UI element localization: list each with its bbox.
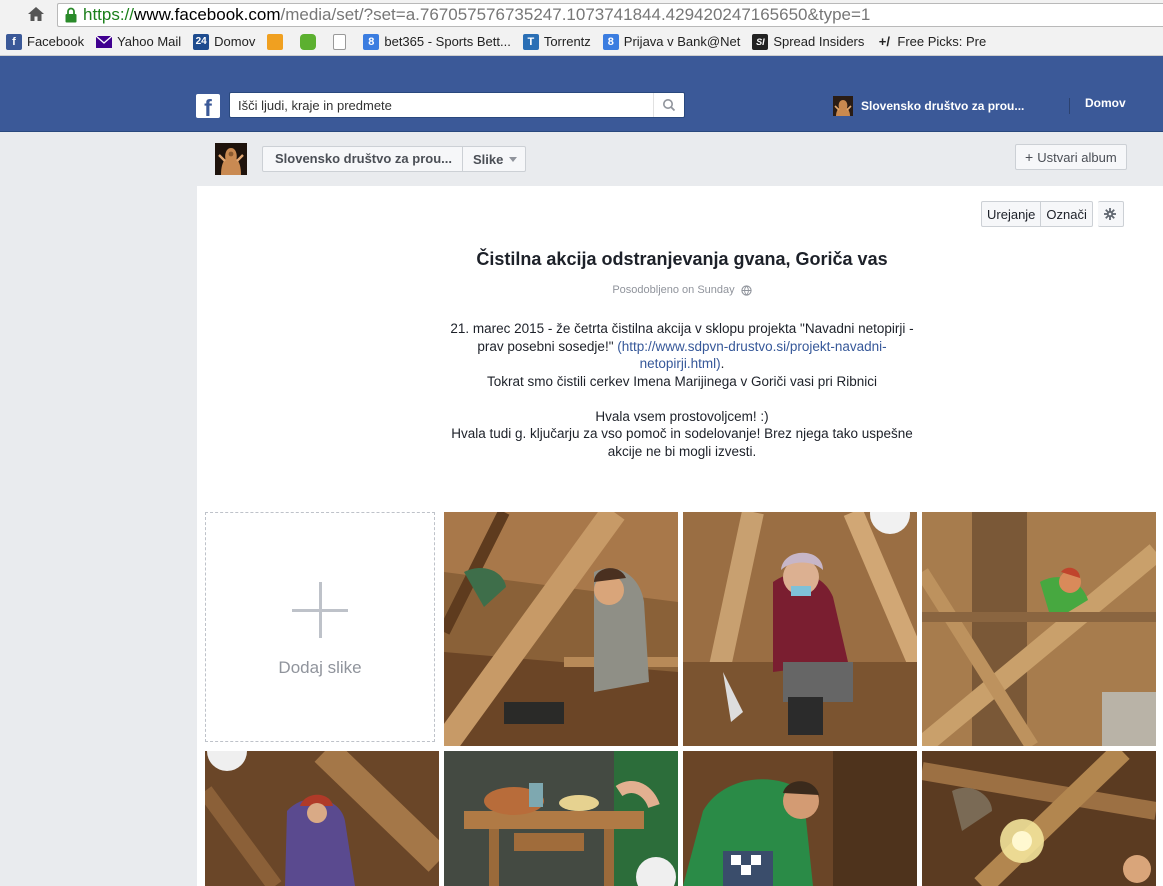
bookmark-green-app[interactable]	[300, 33, 321, 50]
facebook-search-box	[229, 92, 685, 118]
url-path: /media/set/?set=a.767057576735247.107374…	[280, 5, 871, 24]
blank-page-icon	[333, 33, 347, 50]
globe-icon[interactable]	[741, 284, 752, 296]
add-photo-plus-icon	[292, 582, 348, 638]
description-location: Tokrat smo čistili cerkev Imena Marijine…	[486, 373, 878, 389]
page-header-row: Slovensko društvo za prou... Slike + Ust…	[197, 132, 1163, 186]
si-icon: SI	[752, 33, 769, 50]
avatar	[833, 96, 853, 116]
photos-dropdown[interactable]: Slike	[463, 147, 525, 171]
add-photos-tile[interactable]: Dodaj slike	[205, 512, 435, 742]
bookmark-label: Torrentz	[543, 34, 591, 49]
bookmark-banknet[interactable]: 8 Prijava v Bank@Net	[602, 33, 741, 50]
description-thanks-keyholder: Hvala tudi g. ključarju za vso pomoč in …	[451, 426, 913, 459]
breadcrumb-page-name[interactable]: Slovensko društvo za prou...	[263, 147, 463, 171]
breadcrumb: Slovensko društvo za prou... Slike	[262, 146, 527, 172]
url-host: www.facebook.com	[134, 5, 281, 24]
album-updated: Posodobljeno on Sunday	[197, 284, 1163, 296]
bookmark-facebook[interactable]: f Facebook	[6, 33, 85, 50]
torrentz-icon: T	[522, 33, 539, 50]
profile-link[interactable]: Slovensko društvo za prou...	[833, 96, 1024, 116]
search-input[interactable]	[230, 93, 666, 117]
album-title: Čistilna akcija odstranjevanja gvana, Go…	[476, 249, 888, 269]
edit-button[interactable]: Urejanje	[981, 201, 1042, 227]
bookmark-torrentz[interactable]: T Torrentz	[522, 33, 591, 50]
album-description: 21. marec 2015 - že četrta čistilna akci…	[438, 320, 926, 460]
profile-name: Slovensko društvo za prou...	[861, 99, 1025, 113]
plus-minus-icon: +/	[878, 34, 890, 49]
search-icon	[663, 99, 676, 112]
gear-icon	[1104, 208, 1117, 220]
album-photo[interactable]	[444, 751, 678, 886]
album-photo[interactable]	[683, 512, 917, 746]
bookmark-label: Domov	[214, 34, 256, 49]
album-photo[interactable]	[922, 751, 1156, 886]
search-button[interactable]	[653, 93, 684, 117]
bookmark-label: Yahoo Mail	[117, 34, 182, 49]
tag-button[interactable]: Označi	[1041, 201, 1093, 227]
bookmark-spread-insiders[interactable]: SI Spread Insiders	[752, 33, 865, 50]
orange-app-icon	[267, 33, 284, 50]
bookmark-label: bet365 - Sports Bett...	[384, 34, 511, 49]
updated-text: Posodobljeno on Sunday	[612, 284, 735, 296]
left-rail	[0, 132, 197, 886]
chevron-down-icon	[509, 156, 518, 162]
lock-icon	[64, 7, 78, 23]
project-link[interactable]: (http://www.sdpvn-drustvo.si/projekt-nav…	[617, 339, 886, 372]
album-photo[interactable]	[205, 751, 439, 886]
bookmark-label: Prijava v Bank@Net	[623, 34, 741, 49]
24ur-icon: 24	[193, 33, 210, 50]
bookmark-label: Facebook	[27, 34, 85, 49]
description-thanks: Hvala vsem prostovoljcem! :)	[595, 408, 769, 424]
bookmark-label: Free Picks: Pre	[897, 34, 987, 49]
envelope-icon	[96, 34, 113, 50]
album-photo[interactable]	[683, 751, 917, 886]
plus-icon: +	[1025, 149, 1034, 165]
album-tools: Urejanje Označi	[981, 201, 1124, 227]
bookmark-orange-app[interactable]	[267, 33, 288, 50]
facebook-icon: f	[6, 33, 22, 50]
url-field[interactable]: https://www.facebook.com/media/set/?set=…	[57, 3, 1163, 27]
settings-button[interactable]	[1097, 201, 1124, 227]
home-icon[interactable]	[26, 4, 46, 24]
bookmark-free-picks[interactable]: +/ Free Picks: Pre	[876, 34, 986, 50]
page-avatar[interactable]	[215, 143, 247, 175]
bookmark-blank-page[interactable]	[333, 33, 351, 50]
bookmark-bet365[interactable]: 8 bet365 - Sports Bett...	[363, 33, 511, 50]
create-album-button[interactable]: + Ustvari album	[1015, 144, 1127, 170]
top-bar-divider	[1069, 98, 1070, 114]
album-card: Urejanje Označi Čistilna akcija odstranj…	[197, 186, 1163, 886]
album-photo[interactable]	[922, 512, 1156, 746]
facebook-logo-icon[interactable]: f	[196, 94, 220, 118]
album-photo[interactable]	[444, 512, 678, 746]
url-scheme: https://	[83, 5, 135, 24]
google-8-icon: 8	[602, 33, 619, 50]
description-period: .	[720, 356, 725, 371]
google-8-icon: 8	[363, 33, 380, 50]
photos-dropdown-label: Slike	[472, 151, 504, 167]
home-link[interactable]: Domov	[1085, 96, 1126, 110]
green-app-icon	[300, 33, 317, 50]
bookmarks-bar: f Facebook Yahoo Mail 24 Domov 8 bet365 …	[0, 28, 1163, 56]
add-photos-label: Dodaj slike	[278, 658, 362, 677]
bookmark-label: Spread Insiders	[773, 34, 865, 49]
create-album-label: Ustvari album	[1037, 149, 1117, 165]
browser-address-bar: https://www.facebook.com/media/set/?set=…	[0, 0, 1163, 28]
bookmark-domov[interactable]: 24 Domov	[193, 33, 256, 50]
bookmark-yahoo-mail[interactable]: Yahoo Mail	[96, 34, 181, 50]
